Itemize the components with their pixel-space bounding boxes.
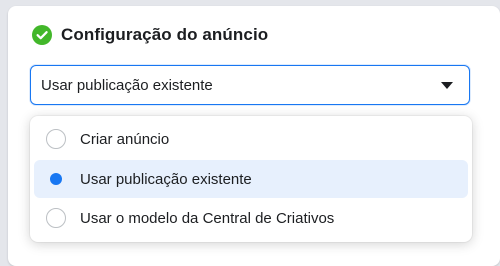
section-header: Configuração do anúncio [32, 24, 268, 46]
option-label: Usar publicação existente [80, 170, 252, 188]
option-create-ad[interactable]: Criar anúncio [34, 120, 468, 158]
check-circle-icon [32, 25, 52, 45]
option-use-existing-post[interactable]: Usar publicação existente [34, 160, 468, 198]
section-title: Configuração do anúncio [61, 25, 269, 44]
radio-button-selected[interactable] [46, 169, 66, 189]
option-label: Usar o modelo da Central de Criativos [80, 209, 335, 227]
radio-selected-dot [50, 173, 62, 185]
radio-button[interactable] [46, 208, 66, 228]
ad-setup-select[interactable]: Usar publicação existente [30, 65, 470, 105]
chevron-down-icon[interactable] [441, 82, 453, 89]
select-value: Usar publicação existente [41, 76, 213, 94]
radio-button[interactable] [46, 129, 66, 149]
option-creative-hub-mockup[interactable]: Usar o modelo da Central de Criativos [34, 199, 468, 237]
option-label: Criar anúncio [80, 130, 170, 148]
ad-setup-dropdown-menu: Criar anúncio Usar publicação existente … [30, 116, 472, 242]
